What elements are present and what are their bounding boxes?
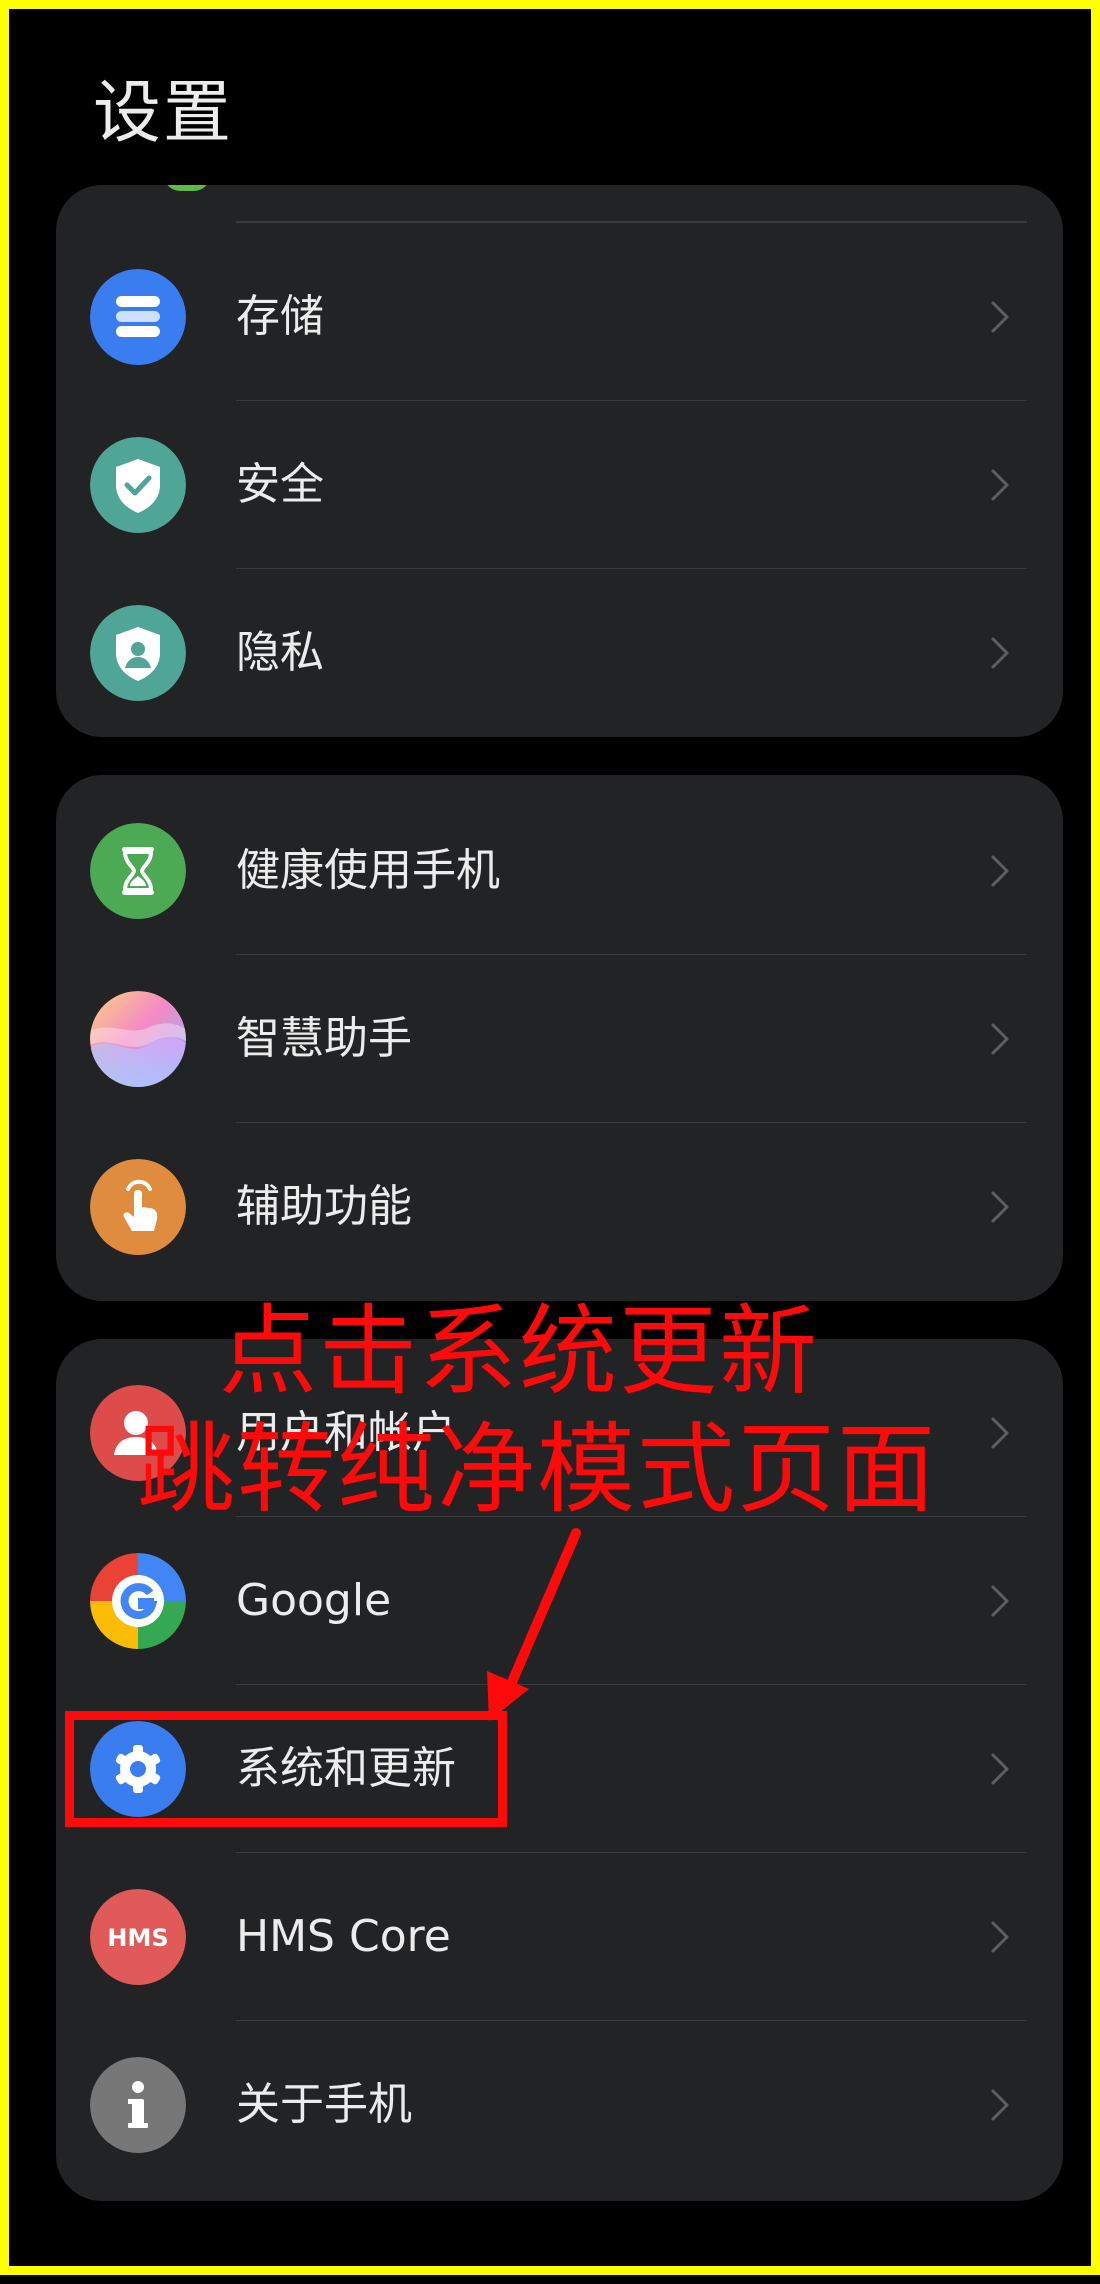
storage-icon xyxy=(90,269,186,365)
chevron-right-icon xyxy=(979,1185,1023,1229)
settings-item-digital-balance[interactable]: 健康使用手机 xyxy=(56,787,1063,955)
hms-icon-text: HMS xyxy=(107,1924,168,1952)
settings-item-label: 关于手机 xyxy=(236,2079,412,2130)
settings-item-google[interactable]: Google xyxy=(56,1517,1063,1685)
google-icon xyxy=(90,1553,186,1649)
settings-item-label: 健康使用手机 xyxy=(236,845,500,896)
chevron-right-icon xyxy=(979,2083,1023,2127)
settings-item-label: HMS Core xyxy=(236,1911,451,1962)
chevron-right-icon xyxy=(979,1915,1023,1959)
chevron-right-icon xyxy=(979,1411,1023,1455)
settings-item-label: Google xyxy=(236,1575,392,1626)
settings-item-label: 存储 xyxy=(236,291,324,342)
highlight-box xyxy=(65,1711,507,1827)
smart-assistant-icon xyxy=(90,991,186,1087)
chevron-right-icon xyxy=(979,849,1023,893)
chevron-right-icon xyxy=(979,295,1023,339)
settings-item-smart-assistant[interactable]: 智慧助手 xyxy=(56,955,1063,1123)
privacy-shield-icon xyxy=(90,605,186,701)
hourglass-icon xyxy=(90,823,186,919)
annotation-line-2: 跳转纯净模式页面 xyxy=(137,1413,938,1527)
chevron-right-icon xyxy=(979,1017,1023,1061)
hand-touch-icon xyxy=(90,1159,186,1255)
settings-item-label: 辅助功能 xyxy=(236,1181,412,1232)
annotation-line-1: 点击系统更新 xyxy=(219,1295,820,1409)
settings-item-hms-core[interactable]: HMS HMS Core xyxy=(56,1853,1063,2021)
chevron-right-icon xyxy=(979,1579,1023,1623)
settings-item-storage[interactable]: 存储 xyxy=(56,233,1063,401)
settings-group-2: 健康使用手机 智慧助手 辅助功能 xyxy=(56,775,1063,1301)
settings-item-about-phone[interactable]: 关于手机 xyxy=(56,2021,1063,2189)
settings-item-security[interactable]: 安全 xyxy=(56,401,1063,569)
screen-frame: 设置 存储 安全 隐私 健康使用手机 智慧助手 辅助功能 用户和帐户 Googl… xyxy=(0,0,1100,2275)
settings-item-accessibility[interactable]: 辅助功能 xyxy=(56,1123,1063,1291)
settings-item-label: 安全 xyxy=(236,459,324,510)
info-icon xyxy=(90,2057,186,2153)
page-title: 设置 xyxy=(93,74,234,153)
settings-item-label: 智慧助手 xyxy=(236,1013,412,1064)
settings-group-1: 存储 安全 隐私 xyxy=(56,185,1063,737)
hms-icon: HMS xyxy=(90,1889,186,1985)
partial-item-icon xyxy=(164,185,210,191)
divider xyxy=(236,221,1027,223)
chevron-right-icon xyxy=(979,1747,1023,1791)
shield-check-icon xyxy=(90,437,186,533)
settings-item-label: 隐私 xyxy=(236,627,324,678)
chevron-right-icon xyxy=(979,631,1023,675)
chevron-right-icon xyxy=(979,463,1023,507)
settings-item-privacy[interactable]: 隐私 xyxy=(56,569,1063,737)
